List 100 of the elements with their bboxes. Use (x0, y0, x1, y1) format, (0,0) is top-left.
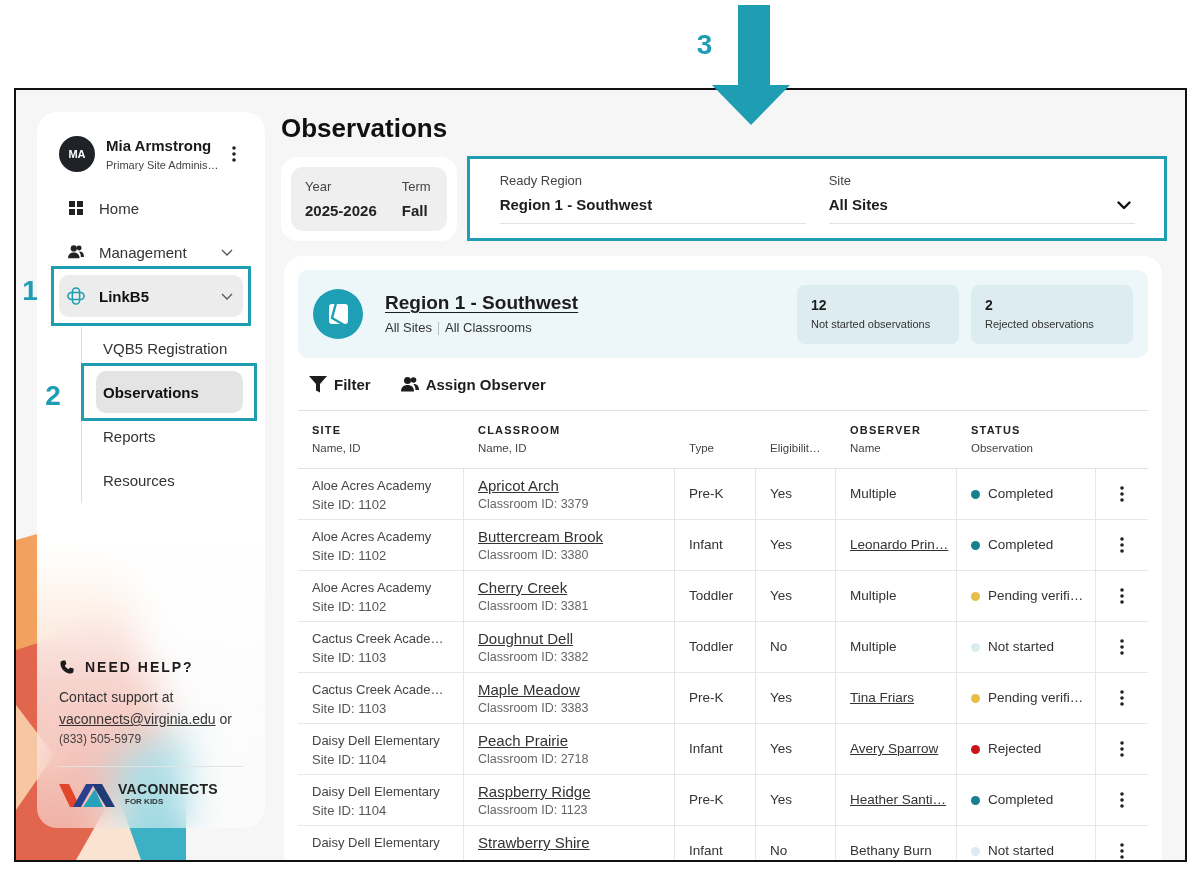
site-id: Site ID: 1102 (312, 598, 387, 616)
site-id: Site ID: 1103 (312, 700, 387, 718)
classroom-type: Toddler (689, 639, 734, 655)
user-avatar: MA (59, 136, 95, 172)
status-label: Completed (988, 537, 1054, 553)
kebab-menu-icon (1119, 843, 1124, 859)
observer-link[interactable]: Leonardo Prin… (850, 537, 949, 553)
status-label: Not started (988, 639, 1055, 655)
column-subtitle: Name, ID (312, 441, 361, 456)
kebab-menu-icon (1119, 690, 1124, 706)
site-name: Daisy Dell Elementary (312, 834, 440, 852)
subnav-item[interactable]: Observations (96, 371, 243, 413)
classroom-link[interactable]: Cherry Creek (478, 578, 568, 597)
callout-number: 3 (695, 28, 714, 62)
classroom-id: Classroom ID: 2718 (478, 751, 589, 768)
classroom-id: Classroom ID: 3381 (478, 598, 589, 615)
classroom-id: Classroom ID: 3380 (478, 547, 589, 564)
subnav-item[interactable]: Resources (96, 459, 243, 501)
classroom-link[interactable]: Apricot Arch (478, 476, 559, 495)
period-label: Term (401, 178, 431, 195)
status-label: Completed (988, 792, 1054, 808)
region-title-link[interactable]: Region 1 - Southwest (385, 291, 579, 315)
site-name: Cactus Creek Acade… (312, 681, 444, 699)
help-text: Contact support at vaconnects@virginia.edu or (59, 688, 233, 729)
status-label: Rejected (988, 741, 1042, 757)
toolbar-button[interactable]: Assign Observer (400, 375, 546, 393)
user-role: Primary Site Adminis… (106, 158, 217, 172)
nav-item[interactable]: Home (59, 187, 243, 229)
classroom-type: Pre-K (689, 486, 724, 502)
observer-name: Multiple (850, 639, 897, 655)
column-subtitle: Type (689, 441, 714, 456)
classroom-id: Classroom ID: 3379 (478, 496, 589, 513)
classroom-link[interactable]: Strawberry Shire (478, 833, 590, 852)
observer-link[interactable]: Tina Friars (850, 690, 914, 706)
people-icon (68, 244, 84, 260)
scope-text: All Sites (385, 319, 432, 337)
status-label: Pending verifi… (988, 588, 1084, 604)
nav-item[interactable]: LinkB5 (59, 275, 243, 317)
user-name: Mia Armstrong (106, 136, 213, 155)
brand-logo-icon (59, 781, 115, 807)
observer-link[interactable]: Avery Sparrow (850, 741, 939, 757)
eligibility-text: Yes (770, 690, 793, 706)
eligibility-text: Yes (770, 792, 793, 808)
chevron-down-icon (1116, 200, 1131, 210)
classroom-type: Infant (689, 741, 723, 757)
select-field[interactable]: Site All Sites (828, 173, 1135, 224)
site-id: Site ID: 1104 (312, 751, 387, 769)
classroom-type: Pre-K (689, 792, 724, 808)
toolbar-button[interactable]: Filter (309, 375, 371, 393)
stat-value: 12 (811, 297, 828, 314)
filter-icon (309, 375, 327, 393)
column-subtitle: Observation (971, 441, 1033, 456)
observer-name: Multiple (850, 486, 897, 502)
classroom-type: Infant (689, 843, 723, 859)
site-name: Aloe Acres Academy (312, 579, 432, 597)
kebab-menu-icon (232, 146, 236, 162)
callout-number: 2 (44, 379, 62, 413)
eligibility-text: Yes (770, 486, 793, 502)
observer-link[interactable]: Heather Santi… (850, 792, 947, 808)
column-title: CLASSROOM (478, 423, 561, 438)
classroom-link[interactable]: Maple Meadow (478, 680, 580, 699)
classroom-link[interactable]: Buttercream Brook (478, 527, 604, 546)
input-field[interactable]: Ready Region Region 1 - Southwest (499, 173, 806, 224)
status-label: Not started (988, 843, 1055, 859)
status-label: Pending verifi… (988, 690, 1084, 706)
classroom-link[interactable]: Doughnut Dell (478, 629, 574, 648)
scope-text: All Classrooms (444, 319, 532, 337)
subnav-item[interactable]: VQB5 Registration (96, 327, 243, 369)
subnav-item[interactable]: Reports (96, 415, 243, 457)
period-value: 2025-2026 (305, 200, 377, 221)
classroom-link[interactable]: Raspberry Ridge (478, 782, 591, 801)
kebab-menu-icon (1119, 588, 1124, 604)
chevron-down-icon (221, 292, 233, 300)
column-title: OBSERVER (850, 423, 922, 438)
classroom-link[interactable]: Peach Prairie (478, 731, 569, 750)
column-subtitle: Eligibilit… (770, 441, 821, 456)
eligibility-text: Yes (770, 588, 793, 604)
brand-tagline: FOR KIDS (125, 797, 165, 807)
nav-item[interactable]: Management (59, 231, 243, 273)
site-id: Site ID: 1102 (312, 547, 387, 565)
column-subtitle: Name (850, 441, 881, 456)
classroom-id: Classroom ID: 3382 (478, 649, 589, 666)
site-id: Site ID: 1103 (312, 649, 387, 667)
stat-label: Rejected observations (985, 317, 1095, 331)
site-id: Site ID: 1104 (312, 802, 387, 820)
site-name: Daisy Dell Elementary (312, 783, 440, 801)
period-label: Year (305, 178, 333, 195)
observer-name: Multiple (850, 588, 897, 604)
page-title: Observations (281, 112, 448, 144)
status-label: Completed (988, 486, 1054, 502)
classroom-id: Classroom ID: 1123 (478, 802, 588, 819)
eligibility-text: No (770, 639, 788, 655)
phone-number: (833) 505-5979 (59, 731, 143, 747)
site-id: Site ID: 1102 (312, 496, 387, 514)
site-name: Aloe Acres Academy (312, 477, 432, 495)
observer-name: Bethany Burn (850, 843, 932, 859)
column-subtitle: Name, ID (478, 441, 527, 456)
email-link[interactable]: vaconnects@virginia.edu (59, 711, 216, 727)
site-name: Cactus Creek Acade… (312, 630, 444, 648)
brand-name: VACONNECTS (118, 781, 218, 797)
